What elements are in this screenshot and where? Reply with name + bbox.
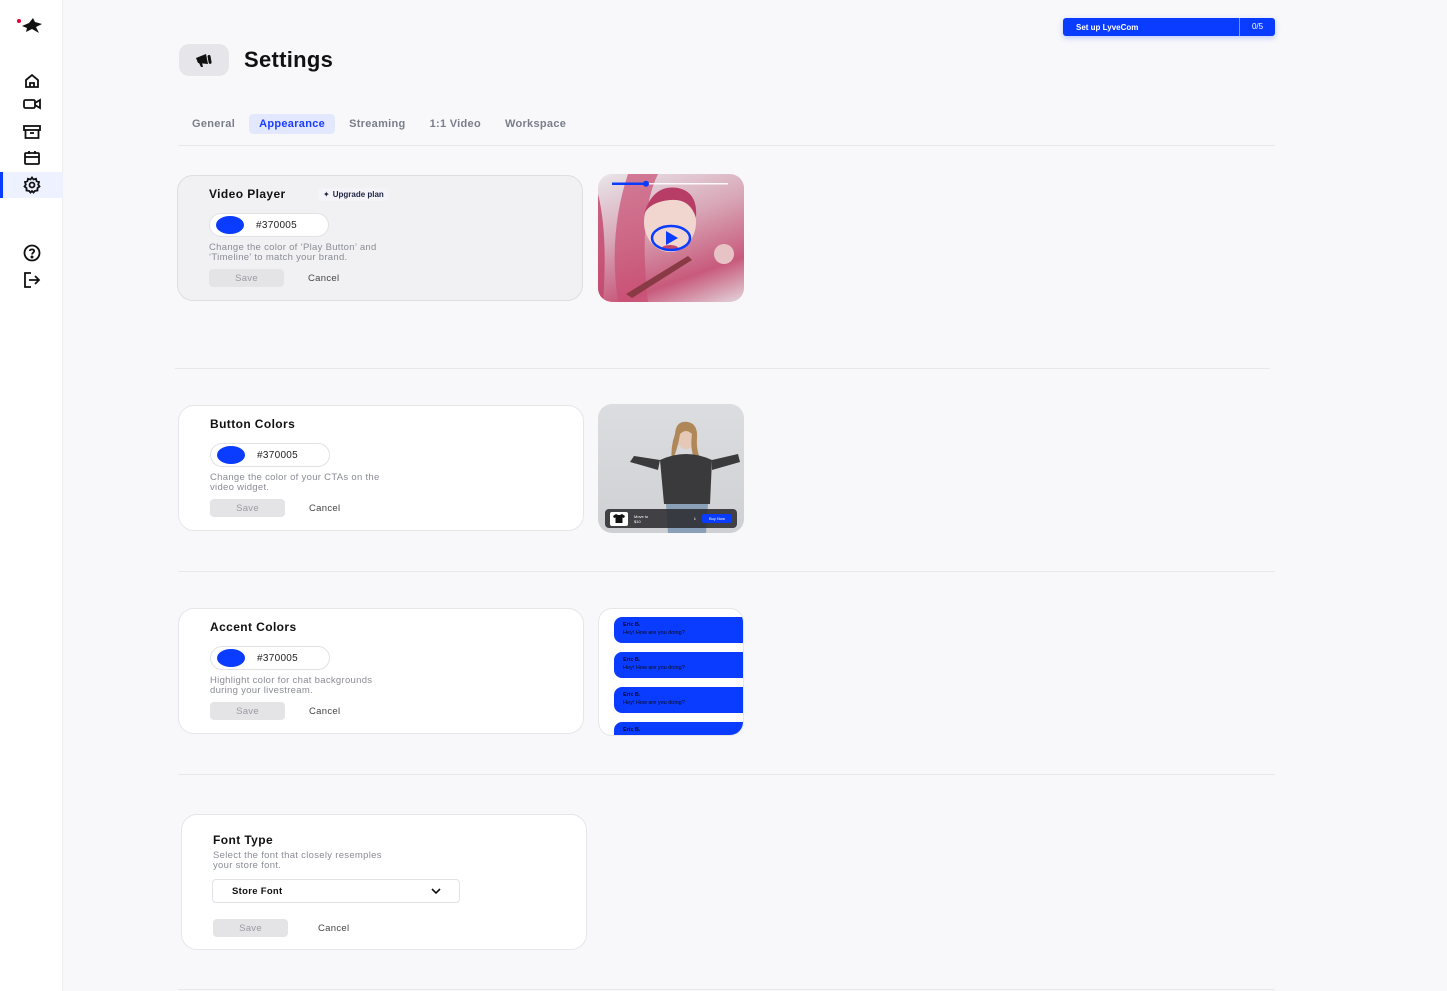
color-hex-value: #370005 [257, 652, 299, 664]
font-type-cancel-button[interactable]: Cancel [318, 923, 349, 934]
settings-header-icon-box [179, 44, 229, 76]
home-icon [24, 73, 39, 88]
font-type-description: Select the font that closely resemples y… [213, 850, 382, 871]
section-divider [178, 989, 1275, 990]
product-cta-bar: Move to $10 1 Buy Now [605, 509, 737, 528]
button-colors-cancel-button[interactable]: Cancel [309, 503, 340, 514]
sidebar-item-logout[interactable] [0, 267, 63, 293]
logout-icon [23, 272, 40, 288]
accent-colors-description: Highlight color for chat backgrounds dur… [210, 675, 373, 696]
chevron-down-icon [431, 888, 441, 894]
color-hex-value: #370005 [256, 219, 298, 231]
tab-general[interactable]: General [182, 114, 245, 134]
video-player-preview [598, 174, 744, 302]
section-divider [178, 774, 1275, 775]
color-hex-value: #370005 [257, 449, 299, 461]
setup-progress-button[interactable]: Set up LyveCom 0/5 [1063, 18, 1275, 36]
tab-workspace[interactable]: Workspace [495, 114, 576, 134]
play-icon[interactable] [650, 224, 692, 252]
sidebar [0, 0, 63, 991]
button-colors-description: Change the color of your CTAs on the vid… [210, 472, 380, 493]
font-type-selected: Store Font [232, 885, 283, 897]
accent-colors-cancel-button[interactable]: Cancel [309, 706, 340, 717]
lyvecom-logo[interactable] [16, 16, 44, 36]
sidebar-item-settings[interactable] [0, 172, 63, 198]
setup-label: Set up LyveCom [1076, 22, 1139, 32]
accent-colors-color-picker[interactable]: #370005 [210, 646, 330, 670]
font-type-title: Font Type [213, 833, 274, 847]
chat-message: Eric B. [614, 722, 743, 735]
chat-author: Eric B. [623, 657, 641, 663]
accent-colors-chat-preview: Eric B. Hey! How are you doing? Eric B. … [598, 608, 744, 736]
font-type-select[interactable]: Store Font [212, 879, 460, 903]
color-swatch[interactable] [216, 216, 244, 234]
settings-tabs: General Appearance Streaming 1:1 Video W… [182, 114, 580, 134]
sidebar-item-help[interactable] [0, 240, 63, 266]
button-colors-save-button[interactable]: Save [210, 499, 285, 517]
accent-colors-save-button[interactable]: Save [210, 702, 285, 720]
button-colors-color-picker[interactable]: #370005 [210, 443, 330, 467]
tshirt-icon [610, 511, 628, 526]
sparkle-icon: ✦ [323, 190, 330, 199]
sidebar-item-archive[interactable] [0, 119, 63, 145]
sidebar-item-calendar[interactable] [0, 145, 63, 171]
tab-streaming[interactable]: Streaming [339, 114, 416, 134]
buy-now-button[interactable]: Buy Now [701, 514, 732, 523]
tab-appearance[interactable]: Appearance [249, 114, 336, 134]
help-icon [23, 244, 40, 262]
upgrade-plan-label: Upgrade plan [332, 190, 384, 199]
video-player-color-picker[interactable]: #370005 [209, 213, 329, 237]
megaphone-icon [196, 54, 212, 67]
page-title: Settings [244, 47, 334, 72]
product-quantity: 1 [693, 516, 696, 521]
section-divider [178, 571, 1275, 572]
chat-author: Eric B. [623, 622, 641, 628]
font-type-save-button[interactable]: Save [213, 919, 288, 937]
chat-text: Hey! How are you doing? [623, 700, 685, 706]
video-player-save-button[interactable]: Save [209, 269, 284, 287]
sidebar-item-videos[interactable] [0, 91, 63, 117]
button-colors-title: Button Colors [210, 417, 296, 431]
chat-message: Eric B. Hey! How are you doing? [614, 652, 743, 678]
chat-message: Eric B. Hey! How are you doing? [614, 617, 743, 643]
chat-author: Eric B. [623, 727, 641, 733]
archive-icon [22, 125, 41, 139]
gear-icon [22, 176, 41, 194]
video-camera-icon [22, 98, 41, 110]
video-player-description: Change the color of ‘Play Button’ and ‘T… [209, 242, 377, 263]
chat-text: Hey! How are you doing? [623, 665, 685, 671]
tabs-divider [178, 145, 1275, 146]
tab-1-1-video[interactable]: 1:1 Video [420, 114, 491, 134]
accent-colors-title: Accent Colors [210, 620, 297, 634]
video-player-title: Video Player [209, 187, 286, 201]
color-swatch[interactable] [217, 649, 245, 667]
chat-text: Hey! How are you doing? [623, 630, 685, 636]
button-colors-preview: Move to $10 1 Buy Now [598, 404, 744, 533]
calendar-icon [23, 151, 40, 165]
video-player-cancel-button[interactable]: Cancel [308, 273, 339, 284]
section-divider [175, 368, 1270, 369]
color-swatch[interactable] [217, 446, 245, 464]
setup-count: 0/5 [1239, 18, 1275, 36]
product-name: Move to $10 [634, 513, 649, 524]
chat-author: Eric B. [623, 692, 641, 698]
upgrade-plan-badge[interactable]: ✦ Upgrade plan [318, 188, 389, 201]
chat-message: Eric B. Hey! How are you doing? [614, 687, 743, 713]
